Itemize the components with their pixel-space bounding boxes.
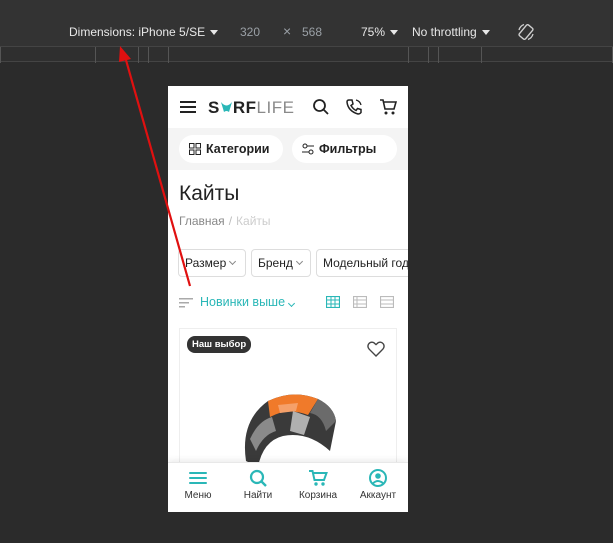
zoom-label: 75% [361, 25, 386, 39]
sort-row: Новинки выше [168, 291, 408, 313]
breadcrumb-separator: / [228, 214, 233, 228]
chevron-down-icon [288, 299, 296, 308]
filter-label: Бренд [258, 256, 293, 270]
logo-text: LIFE [256, 98, 295, 117]
product-badge: Наш выбор [187, 336, 252, 353]
kite-product-image [244, 394, 336, 467]
list-view-icon[interactable] [353, 296, 367, 308]
bottom-navigation: Меню Найти Корзина Аккаунт [168, 462, 408, 512]
filter-size[interactable]: Размер [178, 249, 246, 277]
kite-logo-icon [220, 102, 232, 112]
chevron-down-icon [229, 257, 237, 266]
zoom-select[interactable]: 75% [361, 25, 399, 39]
breadcrumb-current: Кайты [236, 214, 271, 228]
logo-text: RF [232, 98, 257, 117]
nav-account[interactable]: Аккаунт [348, 469, 408, 501]
page-title: Кайты [179, 182, 240, 205]
chevron-down-icon [481, 30, 490, 36]
filter-brand[interactable]: Бренд [251, 249, 311, 277]
breadcrumb: Главная / Кайты [179, 214, 271, 228]
search-icon [249, 469, 267, 487]
dimensions-select[interactable]: Dimensions: iPhone 5/SE [69, 25, 219, 39]
sort-select[interactable]: Новинки выше [200, 295, 296, 309]
nav-search[interactable]: Найти [228, 469, 288, 501]
menu-icon[interactable] [180, 100, 196, 114]
mobile-viewport: S RFLIFE Категории Фильтры Кайты Главная… [168, 86, 408, 512]
categories-button[interactable]: Категории [179, 135, 283, 163]
categories-label: Категории [206, 142, 270, 156]
nav-cart[interactable]: Корзина [288, 469, 348, 501]
nav-label: Меню [184, 490, 212, 501]
breadcrumb-home[interactable]: Главная [179, 214, 225, 228]
category-bar: Категории Фильтры [168, 128, 408, 170]
filter-label: Модельный год [323, 256, 408, 270]
device-toolbar: Dimensions: iPhone 5/SE 320 × 568 75% No… [0, 0, 613, 46]
chevron-down-icon [295, 257, 303, 266]
nav-label: Корзина [298, 490, 338, 501]
table-view-icon[interactable] [380, 296, 394, 308]
chevron-down-icon [210, 30, 219, 36]
chevron-down-icon [390, 30, 399, 36]
width-input[interactable]: 320 [240, 25, 260, 39]
filters-label: Фильтры [319, 142, 377, 156]
nav-label: Аккаунт [359, 490, 397, 501]
media-query-ruler [0, 46, 613, 63]
sort-label: Новинки выше [200, 295, 286, 309]
filter-sliders-icon [302, 143, 314, 155]
times-sign: × [283, 23, 292, 39]
cart-icon [309, 470, 328, 486]
nav-label: Найти [243, 490, 273, 501]
nav-menu[interactable]: Меню [168, 469, 228, 501]
heart-icon[interactable] [367, 341, 385, 357]
phone-icon[interactable] [345, 98, 363, 116]
grid-view-icon[interactable] [326, 296, 340, 308]
throttling-select[interactable]: No throttling [412, 25, 490, 39]
logo-text: S [208, 98, 220, 117]
site-logo[interactable]: S RFLIFE [208, 98, 294, 118]
rotate-icon[interactable] [516, 22, 536, 42]
dimensions-label: Dimensions: iPhone 5/SE [69, 25, 206, 39]
filters-button[interactable]: Фильтры [292, 135, 397, 163]
grid-icon [189, 143, 201, 155]
filter-model-year[interactable]: Модельный год [316, 249, 408, 277]
search-icon[interactable] [312, 98, 330, 116]
throttling-label: No throttling [412, 25, 477, 39]
menu-icon [189, 472, 207, 484]
sort-icon [179, 298, 193, 308]
account-icon [369, 469, 387, 487]
cart-icon[interactable] [379, 98, 397, 116]
filter-label: Размер [185, 256, 227, 270]
site-header: S RFLIFE [168, 86, 408, 128]
height-input[interactable]: 568 [302, 25, 322, 39]
